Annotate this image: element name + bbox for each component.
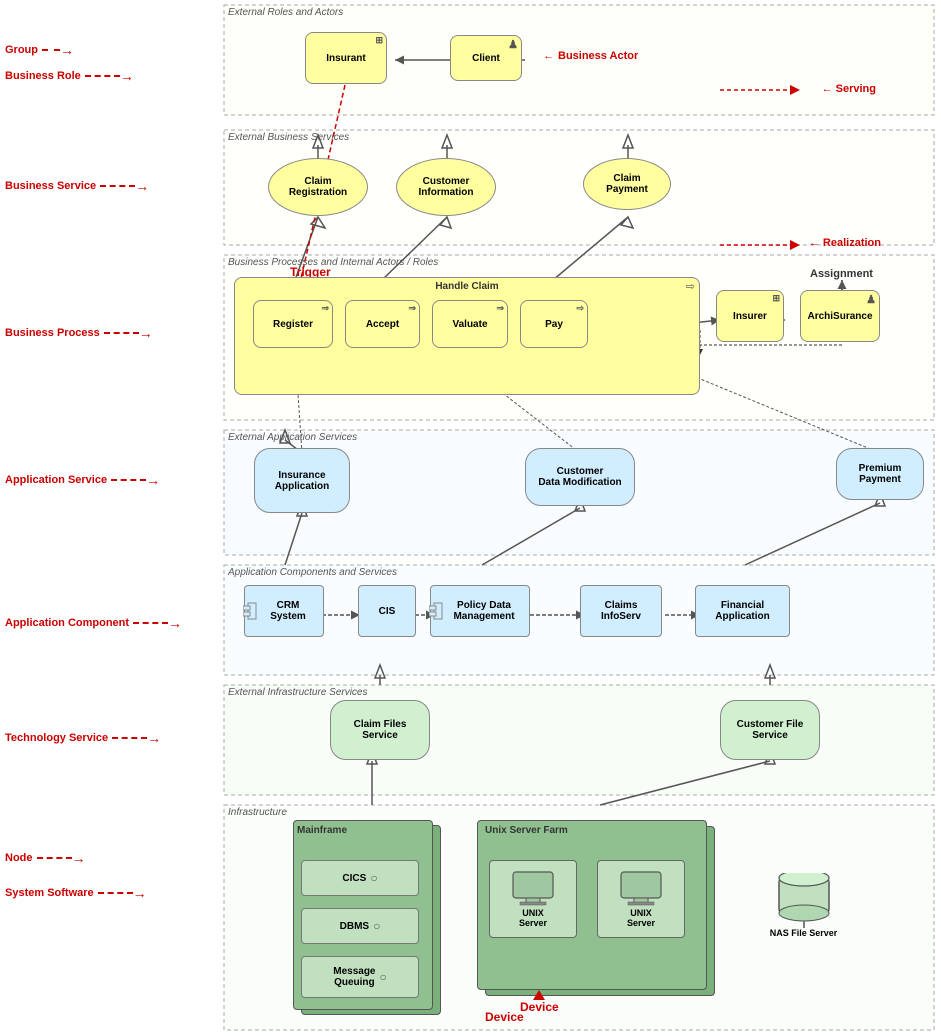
customer-file-service-element[interactable]: Customer File Service bbox=[720, 700, 820, 760]
valuate-step[interactable]: ⇒ Valuate bbox=[432, 300, 508, 348]
device-arrow: Device bbox=[520, 990, 559, 1014]
mainframe-node[interactable]: Mainframe CICS ○ DBMS ○ Message Queuing … bbox=[293, 820, 448, 1020]
legend-app-service: Application Service → bbox=[5, 472, 160, 488]
msg-queue-element[interactable]: Message Queuing ○ bbox=[301, 956, 419, 998]
cics-element[interactable]: CICS ○ bbox=[301, 860, 419, 896]
claim-files-service-element[interactable]: Claim Files Service bbox=[330, 700, 430, 760]
legend-business-service: Business Service → bbox=[5, 178, 149, 194]
swimlane-label-app-comp: Application Components and Services bbox=[228, 567, 397, 578]
swimlane-label-infra: Infrastructure bbox=[228, 807, 287, 818]
legend-group: Group → bbox=[5, 42, 74, 58]
policy-data-element[interactable]: Policy Data Management bbox=[430, 585, 530, 637]
nas-server[interactable]: NAS File Server bbox=[756, 858, 851, 953]
legend-business-process: Business Process → bbox=[5, 325, 153, 341]
pay-step[interactable]: ⇨ Pay bbox=[520, 300, 588, 348]
insurance-application-element[interactable]: Insurance Application bbox=[254, 448, 350, 513]
claims-infoserv-element[interactable]: Claims InfoServ bbox=[580, 585, 662, 637]
insurant-element[interactable]: ⊞ Insurant bbox=[305, 32, 387, 84]
handle-claim-label: Handle Claim bbox=[435, 281, 498, 292]
insurer-element[interactable]: ⊞ Insurer bbox=[716, 290, 784, 342]
diagram-container: External Roles and Actors External Busin… bbox=[0, 0, 941, 1036]
swimlane-label-biz-proc: Business Processes and Internal Actors /… bbox=[228, 257, 438, 268]
assignment-label: Assignment bbox=[810, 268, 873, 280]
customer-data-modification-element[interactable]: Customer Data Modification bbox=[525, 448, 635, 506]
device-label: Device bbox=[485, 1010, 524, 1024]
mainframe-label: Mainframe bbox=[297, 825, 347, 836]
swimlane-label-ext-biz: External Business Services bbox=[228, 132, 349, 143]
swimlane-label-external-roles: External Roles and Actors bbox=[228, 7, 343, 18]
dbms-element[interactable]: DBMS ○ bbox=[301, 908, 419, 944]
unix-server-icon-1 bbox=[508, 870, 558, 908]
customer-information-element[interactable]: Customer Information bbox=[396, 158, 496, 216]
unix-server-1[interactable]: UNIX Server bbox=[489, 860, 577, 938]
swimlane-label-ext-infra: External Infrastructure Services bbox=[228, 687, 368, 698]
legend-business-role: Business Role → bbox=[5, 68, 134, 84]
legend-system-software: System Software → bbox=[5, 885, 147, 901]
client-element[interactable]: ♟ Client bbox=[450, 35, 522, 81]
register-step[interactable]: ⇒ Register bbox=[253, 300, 333, 348]
claim-registration-element[interactable]: Claim Registration bbox=[268, 158, 368, 216]
crm-system-element[interactable]: CRM System bbox=[244, 585, 324, 637]
realization-label: ← Realization bbox=[809, 237, 881, 249]
legend-tech-service: Technology Service → bbox=[5, 730, 161, 746]
nas-server-icon bbox=[774, 873, 834, 928]
serving-label: ← Serving bbox=[822, 83, 876, 95]
claim-payment-element[interactable]: Claim Payment bbox=[583, 158, 671, 210]
component-icon-crm bbox=[243, 601, 257, 621]
accept-step[interactable]: ⇒ Accept bbox=[345, 300, 420, 348]
financial-app-element[interactable]: Financial Application bbox=[695, 585, 790, 637]
cis-element[interactable]: CIS bbox=[358, 585, 416, 637]
nas-server-label: NAS File Server bbox=[770, 928, 838, 938]
premium-payment-element[interactable]: Premium Payment bbox=[836, 448, 924, 500]
unix-server-2[interactable]: UNIX Server bbox=[597, 860, 685, 938]
archisurance-element[interactable]: ♟ ArchiSurance bbox=[800, 290, 880, 342]
unix-server-icon-2 bbox=[616, 870, 666, 908]
business-actor-legend: ← Business Actor bbox=[543, 50, 638, 62]
component-icon-policy bbox=[429, 601, 443, 621]
legend-node: Node → bbox=[5, 850, 86, 866]
swimlane-label-ext-app: External Application Services bbox=[228, 432, 357, 443]
unix-farm-node[interactable]: Unix Server Farm UNIX Server UNIX Server bbox=[477, 820, 722, 998]
legend-app-component: Application Component → bbox=[5, 615, 182, 631]
unix-farm-label: Unix Server Farm bbox=[485, 825, 568, 836]
